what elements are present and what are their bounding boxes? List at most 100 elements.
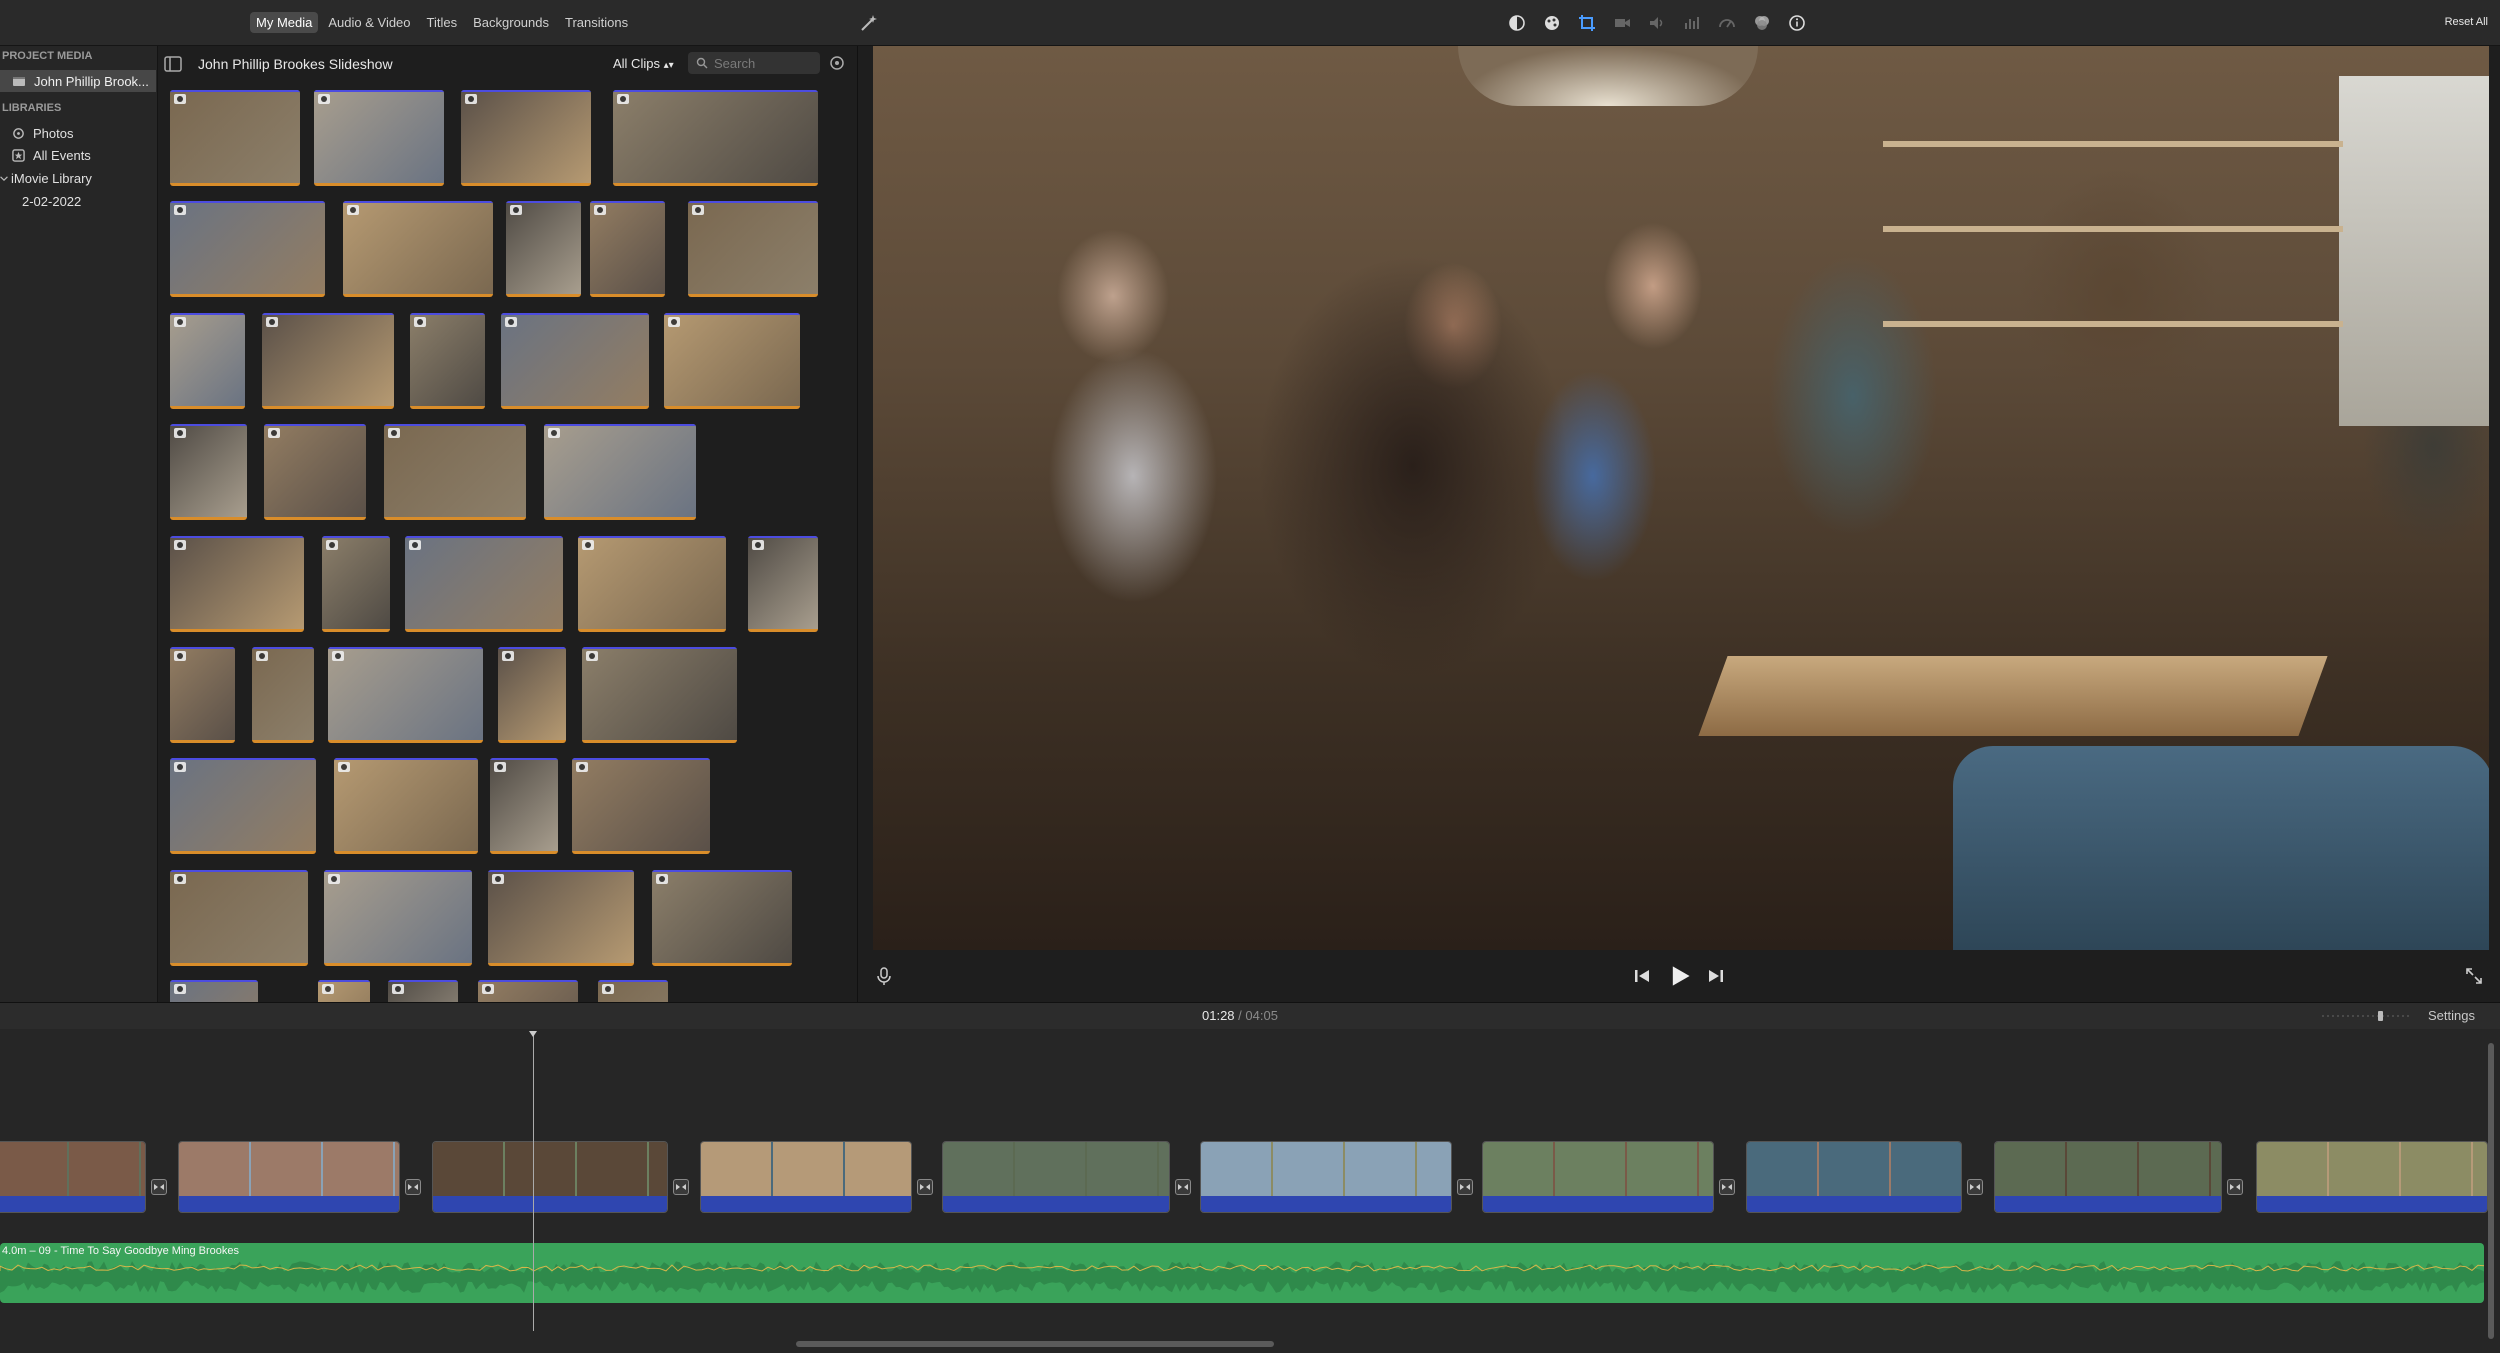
transition-icon[interactable] — [151, 1179, 167, 1195]
tab-transitions[interactable]: Transitions — [559, 12, 634, 33]
clip-thumbnail[interactable] — [461, 90, 591, 186]
volume-icon[interactable] — [1645, 11, 1669, 35]
clip-thumbnail[interactable] — [170, 90, 300, 186]
clip-thumbnail[interactable] — [252, 647, 314, 743]
timeline-clip[interactable] — [0, 1141, 146, 1213]
clip-thumbnail[interactable] — [506, 201, 581, 297]
camera-icon — [392, 984, 404, 994]
fullscreen-icon[interactable] — [2464, 966, 2484, 986]
timeline-clip[interactable] — [178, 1141, 400, 1213]
clip-filter-icon[interactable] — [1750, 11, 1774, 35]
microphone-icon[interactable] — [874, 966, 894, 986]
timeline-clip[interactable] — [1994, 1141, 2222, 1213]
clip-thumbnail[interactable] — [328, 647, 483, 743]
timeline-settings-button[interactable]: Settings — [2428, 1008, 2475, 1023]
transition-icon[interactable] — [1457, 1179, 1473, 1195]
crop-icon[interactable] — [1575, 11, 1599, 35]
tab-titles[interactable]: Titles — [421, 12, 464, 33]
clip-filter-select[interactable]: All Clips ▴▾ — [613, 56, 674, 71]
clip-thumbnail[interactable] — [664, 313, 800, 409]
clip-thumbnail[interactable] — [384, 424, 526, 520]
clip-thumbnail[interactable] — [324, 870, 472, 966]
audio-clip[interactable]: 4.0m – 09 - Time To Say Goodbye Ming Bro… — [0, 1243, 2484, 1303]
timeline-clip[interactable] — [700, 1141, 912, 1213]
clip-thumbnail[interactable] — [170, 980, 258, 1002]
clip-thumbnail[interactable] — [410, 313, 485, 409]
clip-thumbnail[interactable] — [388, 980, 458, 1002]
stabilization-icon[interactable] — [1610, 11, 1634, 35]
play-icon[interactable] — [1668, 964, 1692, 988]
camera-icon — [617, 94, 629, 104]
transition-icon[interactable] — [405, 1179, 421, 1195]
clip-thumbnail[interactable] — [334, 758, 478, 854]
noise-reduction-icon[interactable] — [1680, 11, 1704, 35]
transition-icon[interactable] — [673, 1179, 689, 1195]
timeline-clip[interactable] — [2256, 1141, 2488, 1213]
sidebar-item-project[interactable]: John Phillip Brook... — [0, 70, 156, 92]
clip-thumbnail[interactable] — [488, 870, 634, 966]
clip-thumbnail[interactable] — [590, 201, 665, 297]
color-correction-icon[interactable] — [1540, 11, 1564, 35]
clip-thumbnail[interactable] — [598, 980, 668, 1002]
skip-forward-icon[interactable] — [1706, 966, 1726, 986]
timeline-clip[interactable] — [1200, 1141, 1452, 1213]
tab-backgrounds[interactable]: Backgrounds — [467, 12, 555, 33]
transition-icon[interactable] — [1175, 1179, 1191, 1195]
analysis-bar — [170, 758, 316, 760]
transition-icon[interactable] — [1719, 1179, 1735, 1195]
gear-icon[interactable] — [828, 54, 846, 72]
clip-thumbnail[interactable] — [490, 758, 558, 854]
clip-thumbnail[interactable] — [262, 313, 394, 409]
reset-all-button[interactable]: Reset All — [2445, 16, 2488, 28]
skip-back-icon[interactable] — [1632, 966, 1652, 986]
clip-thumbnail[interactable] — [170, 647, 235, 743]
timeline-clip[interactable] — [1746, 1141, 1962, 1213]
clip-thumbnail[interactable] — [343, 201, 493, 297]
clip-thumbnail[interactable] — [652, 870, 792, 966]
playhead[interactable] — [529, 1031, 537, 1331]
tab-my-media[interactable]: My Media — [250, 12, 319, 33]
sidebar-item-photos[interactable]: Photos — [12, 126, 73, 141]
speed-icon[interactable] — [1715, 11, 1739, 35]
clip-thumbnail[interactable] — [318, 980, 370, 1002]
clip-thumbnail[interactable] — [170, 758, 316, 854]
sidebar-item-library[interactable]: iMovie Library — [0, 171, 92, 186]
info-icon[interactable] — [1785, 11, 1809, 35]
zoom-slider[interactable] — [2322, 1011, 2412, 1021]
color-balance-icon[interactable] — [1505, 11, 1529, 35]
clip-thumbnail[interactable] — [322, 536, 390, 632]
horizontal-scrollbar[interactable] — [796, 1341, 1274, 1347]
tab-audio-video[interactable]: Audio & Video — [322, 12, 416, 33]
magic-wand-icon[interactable] — [858, 12, 880, 34]
clip-thumbnail[interactable] — [170, 536, 304, 632]
transition-icon[interactable] — [2227, 1179, 2243, 1195]
clip-thumbnail[interactable] — [170, 424, 247, 520]
clip-thumbnail[interactable] — [170, 201, 325, 297]
clip-thumbnail[interactable] — [582, 647, 737, 743]
sidebar-item-all-events[interactable]: All Events — [12, 148, 91, 163]
clip-thumbnail[interactable] — [264, 424, 366, 520]
vertical-scrollbar[interactable] — [2488, 1043, 2494, 1339]
clip-thumbnail[interactable] — [170, 870, 308, 966]
timeline-clip[interactable] — [432, 1141, 668, 1213]
clip-thumbnail[interactable] — [688, 201, 818, 297]
transition-icon[interactable] — [1967, 1179, 1983, 1195]
timeline-clip[interactable] — [1482, 1141, 1714, 1213]
search-field[interactable]: Search — [688, 52, 820, 74]
sidebar-toggle-icon[interactable] — [164, 56, 182, 72]
clip-thumbnail[interactable] — [578, 536, 726, 632]
transition-icon[interactable] — [917, 1179, 933, 1195]
clip-thumbnail[interactable] — [478, 980, 578, 1002]
chevron-down-icon[interactable] — [0, 172, 8, 185]
timeline-clip[interactable] — [942, 1141, 1170, 1213]
clip-thumbnail[interactable] — [501, 313, 649, 409]
clip-thumbnail[interactable] — [748, 536, 818, 632]
clip-thumbnail[interactable] — [498, 647, 566, 743]
clip-thumbnail[interactable] — [405, 536, 563, 632]
clip-thumbnail[interactable] — [170, 313, 245, 409]
clip-thumbnail[interactable] — [544, 424, 696, 520]
clip-thumbnail[interactable] — [572, 758, 710, 854]
sidebar-item-event[interactable]: 2-02-2022 — [22, 194, 81, 209]
clip-thumbnail[interactable] — [613, 90, 818, 186]
clip-thumbnail[interactable] — [314, 90, 444, 186]
